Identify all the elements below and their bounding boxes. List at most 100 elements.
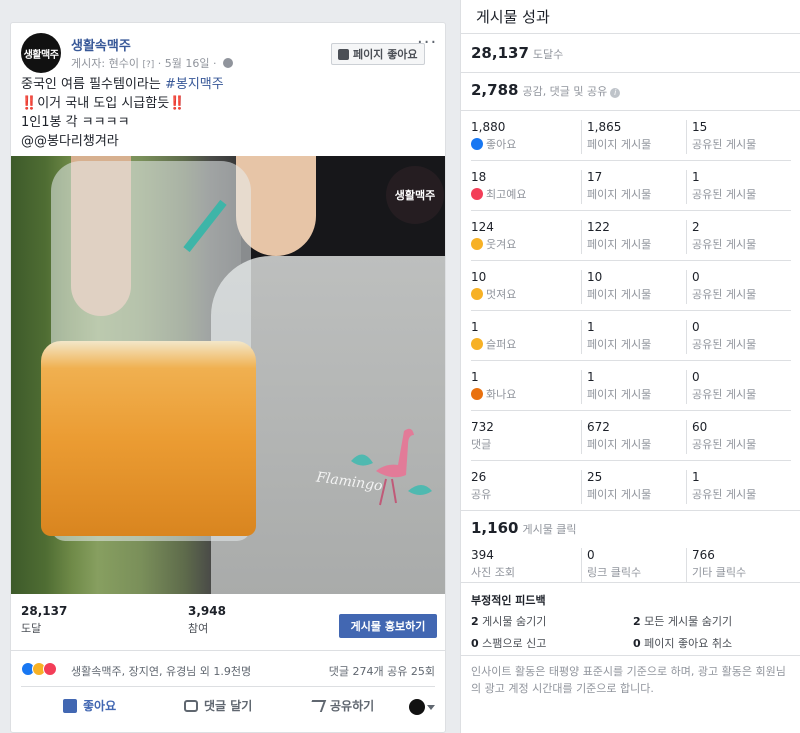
reaction-total-value: 124 [471, 220, 494, 234]
info-icon[interactable]: i [610, 88, 621, 98]
globe-icon [223, 58, 233, 68]
reaction-page-value: 10 [587, 270, 603, 284]
divider [471, 210, 791, 211]
click-other-value: 766 [692, 548, 715, 562]
divider [461, 655, 800, 656]
divider [461, 582, 800, 583]
reaction-shared-label: 공유된 게시물 [692, 438, 757, 451]
stat-engagement-label: 참여 [188, 622, 209, 635]
page-name-link[interactable]: 생활속맥주 [71, 35, 131, 54]
exclamation-icon: ‼️ [21, 96, 38, 111]
reaction-total-label: 멋져요 [486, 288, 517, 301]
reaction-page-value: 17 [587, 170, 603, 184]
stat-reach-label: 도달 [21, 622, 42, 635]
divider [21, 686, 435, 687]
reaction-shared-posts: 2 공유된 게시물 [686, 220, 791, 254]
divider [471, 260, 791, 261]
insights-footnote: 인사이트 활동은 태평양 표준시를 기준으로 하며, 광고 활동은 회원님의 광… [471, 665, 786, 695]
divider [461, 110, 800, 111]
negative-feedback-title: 부정적인 피드백 [471, 594, 546, 607]
share-label: 공유하기 [330, 699, 375, 713]
more-options-icon[interactable]: ··· [417, 34, 436, 53]
reaction-shared-value: 0 [692, 370, 700, 384]
reaction-total-label: 화나요 [486, 388, 517, 401]
like-page-button[interactable]: 페이지 좋아요 [331, 43, 425, 65]
post-header: 생활맥주 생활속맥주 게시자: 현수이 [?] · 5월 16일 · 페이지 좋… [21, 33, 436, 73]
reaction-page-value: 1,865 [587, 120, 622, 134]
like-label: 좋아요 [83, 699, 117, 713]
reaction-page-label: 페이지 게시물 [587, 438, 652, 451]
like-button[interactable]: 좋아요 [63, 697, 116, 714]
negative-label: 페이지 좋아요 취소 [644, 637, 733, 650]
reaction-page-posts: 1 페이지 게시물 [581, 320, 686, 354]
comment-share-counts[interactable]: 댓글 274개 공유 25회 [329, 663, 435, 679]
comment-button[interactable]: 댓글 달기 [184, 697, 252, 714]
reactions-summary[interactable]: 생활속맥주, 장지연, 유경님 외 1.9천명 댓글 274개 공유 25회 [21, 661, 435, 679]
reaction-row-love: 18 최고예요 17 페이지 게시물 1 공유된 게시물 [471, 170, 791, 210]
like-icon [471, 138, 483, 150]
reaction-page-label: 페이지 게시물 [587, 138, 652, 151]
reach-value: 28,137 [471, 44, 529, 62]
reaction-shared-value: 2 [692, 220, 700, 234]
thumbs-up-icon [338, 48, 349, 60]
reaction-total: 26 공유 [471, 470, 581, 504]
author-label: 게시자: [71, 57, 106, 70]
hashtag-link[interactable]: #봉지맥주 [165, 77, 224, 92]
author-help[interactable]: [?] [142, 60, 154, 70]
clicks-metric: 1,160 게시물 클릭 [471, 519, 577, 537]
post-as-selector[interactable] [409, 699, 435, 715]
share-button[interactable]: 공유하기 [307, 697, 375, 714]
reaction-page-posts: 122 페이지 게시물 [581, 220, 686, 254]
post-text-line2: 이거 국내 도입 시급함듯 [37, 96, 170, 111]
reaction-shared-posts: 0 공유된 게시물 [686, 370, 791, 404]
reaction-names[interactable]: 생활속맥주, 장지연, 유경님 외 1.9천명 [71, 663, 251, 679]
flamingo-graphic [351, 428, 432, 506]
reaction-shared-value: 1 [692, 170, 700, 184]
reaction-row-like: 1,880 좋아요 1,865 페이지 게시물 15 공유된 게시물 [471, 120, 791, 160]
reaction-page-posts: 1 페이지 게시물 [581, 370, 686, 404]
post-date[interactable]: 5월 16일 [165, 57, 210, 70]
reaction-page-posts: 17 페이지 게시물 [581, 170, 686, 204]
post-text-line1: 중국인 여름 필수템이라는 [21, 77, 165, 92]
divider [471, 360, 791, 361]
angry-icon [471, 388, 483, 400]
post-text-line3: 1인1봉 각 ㅋㅋㅋㅋ [21, 115, 130, 130]
reaction-page-value: 25 [587, 470, 603, 484]
reaction-shared-posts: 1 공유된 게시물 [686, 470, 791, 504]
reaction-total: 124 웃겨요 [471, 220, 581, 254]
reaction-shared-posts: 60 공유된 게시물 [686, 420, 791, 454]
negative-hide-post: 2 게시물 숨기기 [471, 613, 546, 629]
reaction-page-posts: 10 페이지 게시물 [581, 270, 686, 304]
reach-label: 도달수 [532, 48, 564, 61]
click-link: 0 링크 클릭수 [581, 548, 686, 582]
reaction-total-value: 10 [471, 270, 487, 284]
post-card: 생활맥주 생활속맥주 게시자: 현수이 [?] · 5월 16일 · 페이지 좋… [10, 22, 446, 733]
reaction-total-value: 26 [471, 470, 487, 484]
reaction-page-label: 페이지 게시물 [587, 238, 652, 251]
reaction-shared-label: 공유된 게시물 [692, 188, 757, 201]
post-actions: 좋아요 댓글 달기 공유하기 [21, 691, 435, 725]
reaction-shared-posts: 1 공유된 게시물 [686, 170, 791, 204]
reaction-page-value: 122 [587, 220, 610, 234]
love-icon [43, 662, 57, 676]
click-other: 766 기타 클릭수 [686, 548, 791, 582]
reaction-shared-label: 공유된 게시물 [692, 138, 757, 151]
divider [471, 160, 791, 161]
promote-post-button[interactable]: 게시물 홍보하기 [339, 614, 437, 638]
reaction-shared-value: 15 [692, 120, 708, 134]
reaction-total: 1 슬퍼요 [471, 320, 581, 354]
negative-value: 0 [471, 637, 479, 650]
reaction-shared-label: 공유된 게시물 [692, 488, 757, 501]
wow-icon [471, 288, 483, 300]
post-photo[interactable]: Flamingo 생활맥주 [11, 156, 445, 594]
reaction-shared-posts: 0 공유된 게시물 [686, 270, 791, 304]
click-link-label: 링크 클릭수 [587, 566, 642, 579]
divider [461, 510, 800, 511]
reaction-total-label: 최고예요 [486, 188, 527, 201]
reaction-page-label: 페이지 게시물 [587, 188, 652, 201]
reaction-row-shares: 26 공유 25 페이지 게시물 1 공유된 게시물 [471, 470, 791, 510]
negative-value: 2 [633, 615, 641, 628]
author-name[interactable]: 현수이 [109, 57, 139, 70]
negative-value: 2 [471, 615, 479, 628]
page-avatar[interactable]: 생활맥주 [21, 33, 61, 73]
